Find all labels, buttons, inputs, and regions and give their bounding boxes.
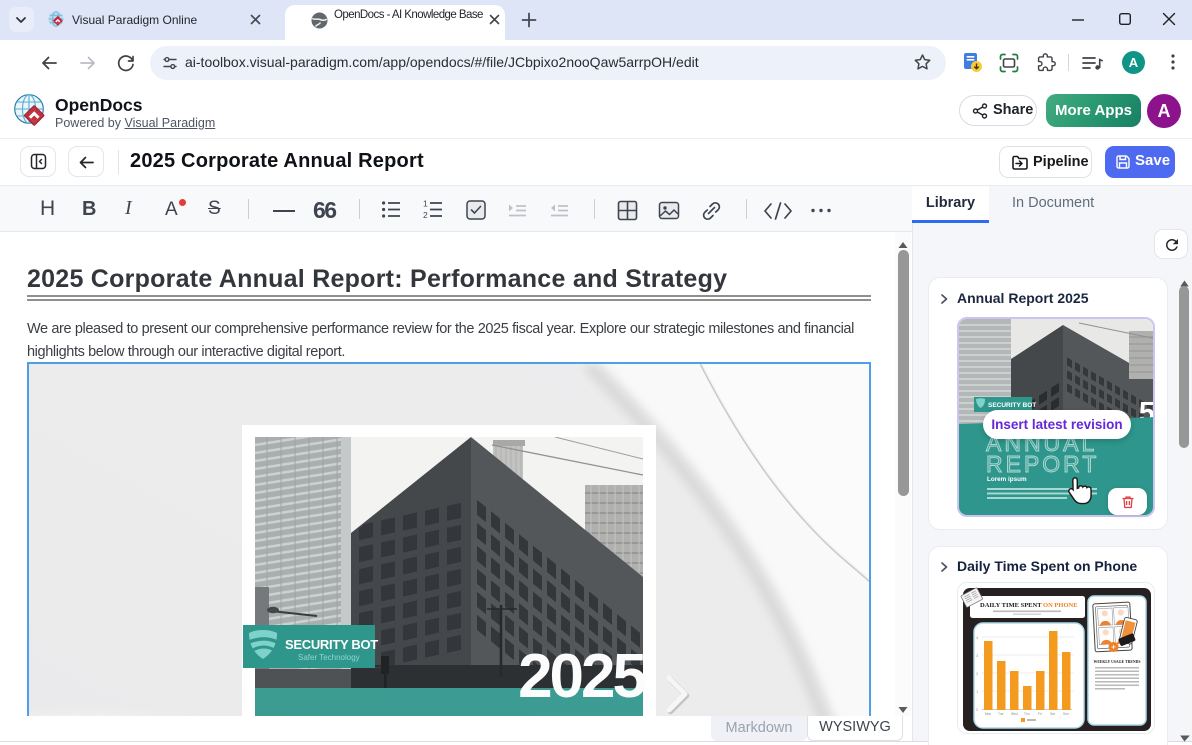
svg-text:Thu: Thu bbox=[1024, 712, 1030, 716]
svg-text:Wed: Wed bbox=[1011, 712, 1018, 716]
svg-text:0: 0 bbox=[976, 708, 978, 712]
svg-text:Tue: Tue bbox=[998, 712, 1004, 716]
svg-text:SECURITY BOT: SECURITY BOT bbox=[988, 402, 1036, 409]
svg-text:WEEKLY USAGE TRENDS: WEEKLY USAGE TRENDS bbox=[1094, 660, 1141, 664]
svg-text:REPORT: REPORT bbox=[986, 451, 1099, 477]
svg-text:1: 1 bbox=[976, 690, 978, 694]
svg-text:4: 4 bbox=[976, 636, 978, 640]
svg-text:Fri: Fri bbox=[1038, 712, 1042, 716]
svg-text:Lorem ipsum: Lorem ipsum bbox=[987, 476, 1027, 483]
svg-text:Mon: Mon bbox=[985, 712, 991, 716]
svg-text:Sun: Sun bbox=[1063, 712, 1069, 716]
svg-text:3: 3 bbox=[976, 654, 978, 658]
svg-text:2: 2 bbox=[976, 672, 978, 676]
svg-text:2: 2 bbox=[423, 210, 428, 220]
svg-text:SECURITY BOT: SECURITY BOT bbox=[285, 637, 378, 652]
svg-text:DAILY TIME SPENT ON PHONE: DAILY TIME SPENT ON PHONE bbox=[980, 602, 1078, 609]
svg-text:Sat: Sat bbox=[1050, 712, 1055, 716]
svg-text:Safer Technology: Safer Technology bbox=[298, 653, 360, 662]
svg-text:2025: 2025 bbox=[518, 642, 645, 711]
svg-text:1: 1 bbox=[423, 199, 428, 209]
